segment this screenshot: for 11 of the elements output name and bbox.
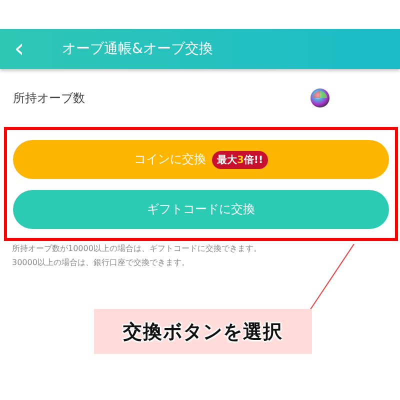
gift-code-exchange-button[interactable]: ギフトコードに交換 (13, 190, 389, 229)
orb-count-label: 所持オーブ数 (13, 90, 85, 106)
page-title: オーブ通帳&オーブ交換 (62, 40, 213, 58)
note-text: 所持オーブ数が10000以上の場合は、ギフトコードに交換できます。 (12, 243, 262, 254)
note-text: 30000以上の場合は、銀行口座で交換できます。 (12, 257, 190, 268)
coin-exchange-button[interactable]: コインに交換 最大3倍!! (13, 140, 389, 179)
orb-icon (310, 88, 330, 108)
back-button[interactable]: ‹ (14, 36, 44, 62)
max-bonus-badge: 最大3倍!! (212, 150, 268, 168)
callout-label: 交換ボタンを選択 (94, 309, 312, 354)
leader-line (309, 244, 355, 310)
